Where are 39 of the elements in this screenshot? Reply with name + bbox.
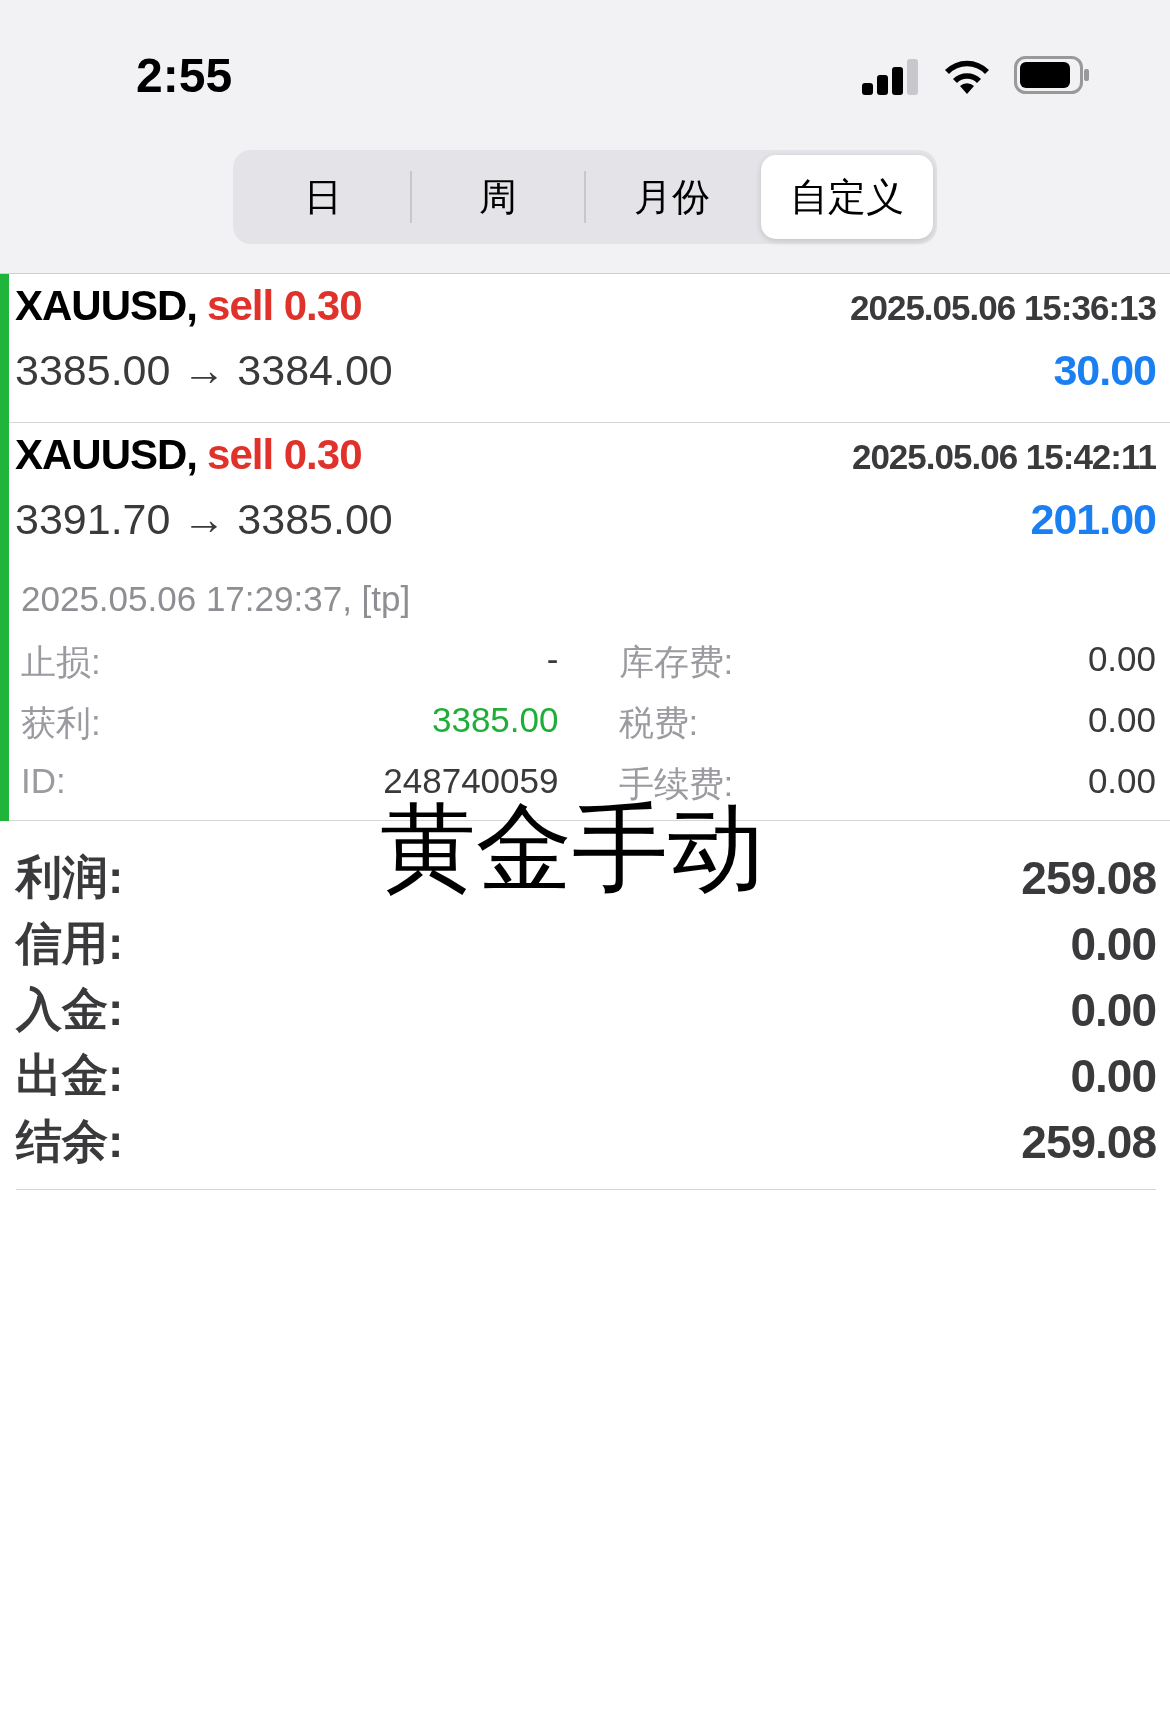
summary-value: 0.00 [1070,917,1156,971]
deal-side: sell 0.30 [207,282,362,329]
summary-value: 259.08 [1021,851,1156,905]
detail-label: 获利: [21,702,101,744]
deal-time: 2025.05.06 15:42:11 [851,437,1156,477]
detail-label: 库存费: [618,641,734,683]
summary-value: 0.00 [1070,983,1156,1037]
deal-side: sell 0.30 [207,431,362,478]
summary-value: 259.08 [1021,1115,1156,1169]
deal-symbol: XAUUSD, [15,431,198,478]
battery-icon [1014,56,1090,94]
summary-label: 出金: [16,1048,124,1103]
detail-value: 248740059 [383,761,559,802]
detail-label: ID: [21,761,66,802]
summary-label: 信用: [16,916,124,971]
detail-label: 止损: [21,641,101,683]
deal-time: 2025.05.06 15:36:13 [850,288,1156,328]
close-info: 2025.05.06 17:29:37, [tp] [21,579,412,619]
deal-prices: 3385.00 → 3384.00 [15,346,393,395]
period-tab[interactable]: 周 [411,155,584,239]
detail-value: 0.00 [1087,639,1156,680]
summary-label: 结余: [16,1114,124,1169]
summary-value: 0.00 [1070,1049,1156,1103]
detail-value: 0.00 [1087,700,1156,741]
period-tab[interactable]: 月份 [586,155,759,239]
deal-prices: 3391.70 → 3385.00 [15,495,393,544]
summary-label: 入金: [16,982,124,1037]
clock-time: 2:55 [136,47,233,103]
deal-symbol: XAUUSD, [15,282,198,329]
detail-value: 0.00 [1087,761,1156,802]
period-tab[interactable]: 自定义 [760,155,933,239]
deal-row[interactable]: XAUUSD, sell 0.30 2025.05.06 15:36:13 3385.00 → 3384.00 30.00 [9,274,1170,423]
detail-label: 税费: [618,702,699,744]
deal-profit: 30.00 [1053,346,1156,395]
detail-value: 3385.00 [431,700,559,741]
period-tab[interactable]: 日 [237,155,410,239]
summary-label: 利润: [16,850,124,905]
detail-value: - [546,639,559,680]
deal-profit: 201.00 [1030,495,1156,544]
